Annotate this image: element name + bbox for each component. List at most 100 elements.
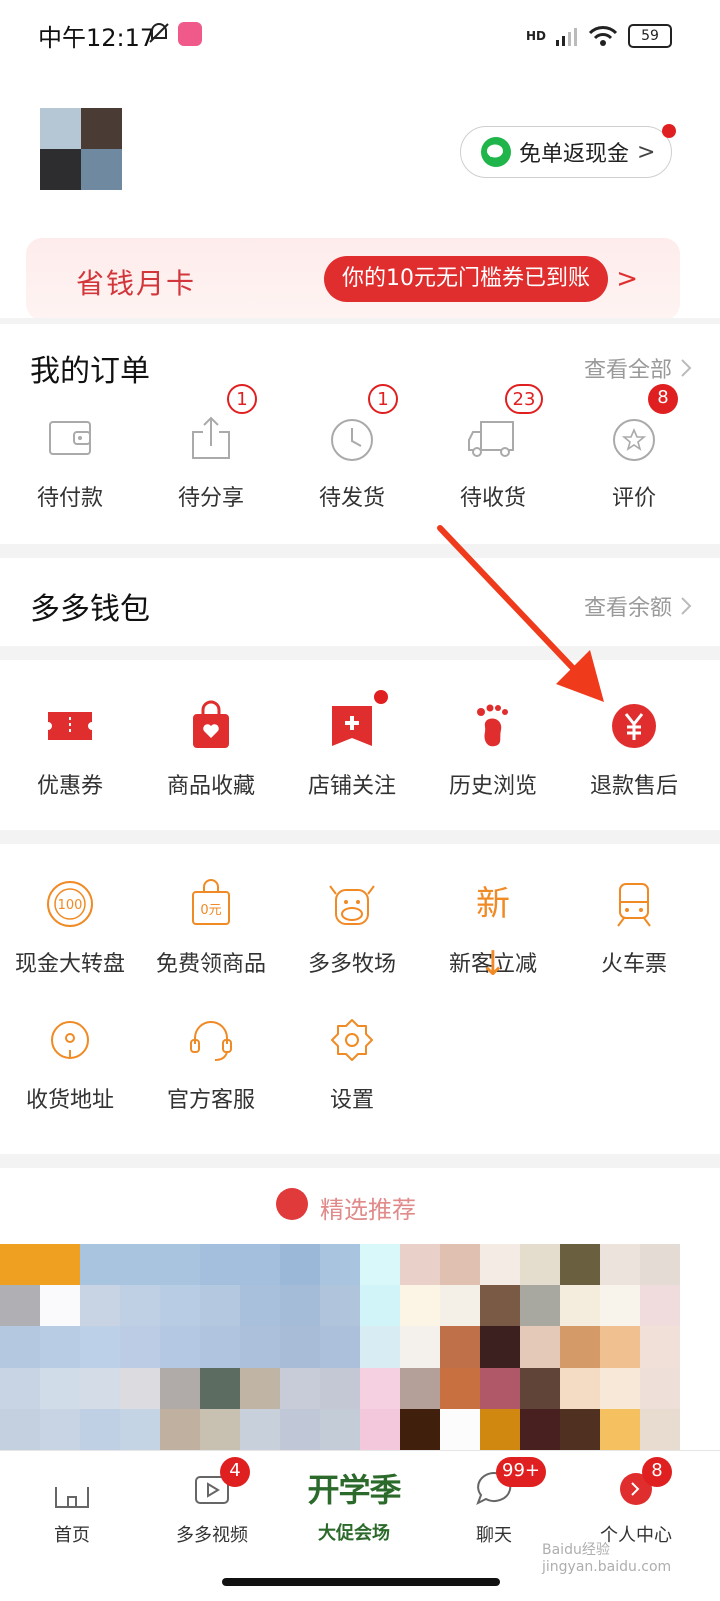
- battery-indicator: 59: [628, 24, 672, 48]
- cashback-label: 免单返现金: [519, 142, 630, 167]
- clock-icon: 1: [322, 384, 398, 468]
- divider: [0, 646, 720, 660]
- shortcut-refund[interactable]: 退款售后: [564, 696, 704, 800]
- network-label: HD: [525, 29, 546, 43]
- service-label: 免费领商品: [155, 952, 266, 977]
- shortcut-favorites[interactable]: 商品收藏: [141, 696, 281, 800]
- tab-badge: 8: [642, 1457, 672, 1487]
- cashback-red-dot: [662, 124, 676, 138]
- location-icon: [40, 1010, 100, 1070]
- favorites-bag-icon: [181, 696, 241, 756]
- footprint-icon: [463, 696, 523, 756]
- wheel-text: 100: [58, 898, 83, 913]
- new-customer-icon: 新↓: [476, 884, 510, 984]
- service-train-tickets[interactable]: 火车票: [564, 874, 704, 978]
- settings-icon: [322, 1010, 382, 1070]
- recommend-logo-icon: [276, 1188, 308, 1220]
- coupon-icon: [40, 696, 100, 756]
- order-pending-receipt[interactable]: 23 待收货: [423, 384, 563, 512]
- shortcut-store-follow[interactable]: 店铺关注: [282, 690, 422, 800]
- tab-label: 多多视频: [176, 1525, 248, 1546]
- order-review[interactable]: 8 评价: [564, 384, 704, 512]
- service-customer-support[interactable]: 官方客服: [141, 1010, 281, 1114]
- order-label: 待付款: [36, 486, 103, 511]
- store-follow-icon: [322, 690, 388, 756]
- tab-promo[interactable]: 开学季 大促会场: [282, 1461, 426, 1545]
- tab-profile[interactable]: 8 个人中心: [564, 1457, 708, 1547]
- monthly-card-title: 省钱月卡: [76, 267, 197, 300]
- tab-label: 大促会场: [318, 1523, 390, 1544]
- signal-icon: [556, 28, 577, 46]
- order-pending-payment[interactable]: 待付款: [0, 408, 140, 512]
- video-icon: 4: [190, 1457, 250, 1511]
- chat-icon: 99+: [472, 1457, 546, 1511]
- watermark: Baidu经验 jingyan.baidu.com: [542, 1542, 672, 1575]
- shortcut-label: 历史浏览: [448, 774, 537, 799]
- wallet-row[interactable]: 多多钱包 查看余额: [0, 558, 720, 646]
- order-pending-share[interactable]: 1 待分享: [141, 384, 281, 512]
- service-farm[interactable]: 多多牧场: [282, 874, 422, 978]
- tab-home[interactable]: 首页: [0, 1461, 144, 1547]
- view-balance-link[interactable]: 查看余额: [584, 590, 692, 622]
- shortcut-label: 优惠券: [36, 774, 103, 799]
- wechat-icon: [481, 137, 511, 167]
- tab-video[interactable]: 4 多多视频: [140, 1457, 284, 1547]
- service-settings[interactable]: 设置: [282, 1010, 422, 1114]
- view-all-label: 查看全部: [583, 358, 672, 383]
- service-label: 设置: [329, 1088, 374, 1113]
- status-right: HD 59: [526, 22, 672, 50]
- service-cash-wheel[interactable]: 100 现金大转盘: [0, 874, 140, 978]
- order-label: 待发货: [318, 486, 385, 511]
- chevron-right-icon: [681, 359, 692, 377]
- wifi-icon: [588, 26, 618, 46]
- shortcut-label: 退款售后: [589, 774, 678, 799]
- chevron-right-icon: >: [616, 264, 638, 294]
- share-icon: 1: [181, 384, 257, 468]
- order-badge: 1: [227, 384, 257, 414]
- cow-icon: [322, 874, 382, 934]
- coupon-pill[interactable]: 你的10元无门槛券已到账: [324, 256, 608, 302]
- tab-badge: 4: [220, 1457, 250, 1487]
- service-label: 现金大转盘: [14, 952, 125, 977]
- recommend-label: 精选推荐: [320, 1196, 416, 1224]
- shortcut-coupons[interactable]: 优惠券: [0, 696, 140, 800]
- service-address[interactable]: 收货地址: [0, 1010, 140, 1114]
- avatar[interactable]: [40, 108, 122, 190]
- order-label: 待分享: [177, 486, 244, 511]
- services-section: 100 现金大转盘 0元 免费领商品 多多牧场 新↓ 新客立减 火车票 收货地址…: [0, 844, 720, 1154]
- shortcut-label: 店铺关注: [307, 774, 396, 799]
- service-free-goods[interactable]: 0元 免费领商品: [141, 874, 281, 978]
- monthly-card-banner[interactable]: 省钱月卡 你的10元无门槛券已到账 >: [26, 238, 680, 320]
- order-pending-shipment[interactable]: 1 待发货: [282, 384, 422, 512]
- status-bar: 中午12:17 HD 59: [0, 0, 720, 70]
- refund-yen-icon: [604, 696, 664, 756]
- home-icon: [50, 1467, 94, 1511]
- bell-muted-icon: [146, 20, 172, 46]
- train-icon: [604, 874, 664, 934]
- shortcut-label: 商品收藏: [166, 774, 255, 799]
- shortcut-history[interactable]: 历史浏览: [423, 696, 563, 800]
- cashback-button[interactable]: 免单返现金 >: [460, 126, 672, 178]
- service-new-customer[interactable]: 新↓ 新客立减: [423, 874, 563, 984]
- promo-banner-text: 开学季: [307, 1471, 401, 1509]
- view-all-orders-link[interactable]: 查看全部: [584, 352, 692, 384]
- orders-title: 我的订单: [30, 354, 150, 389]
- chevron-right-icon: >: [637, 139, 656, 165]
- wallet-icon: [40, 408, 100, 468]
- tab-chat[interactable]: 99+ 聊天: [422, 1457, 566, 1547]
- service-label: 多多牧场: [307, 952, 396, 977]
- truck-icon: 23: [463, 384, 543, 468]
- tab-badge: 99+: [496, 1457, 546, 1487]
- status-time: 中午12:17: [38, 24, 156, 52]
- divider: [0, 544, 720, 558]
- home-indicator[interactable]: [222, 1578, 500, 1586]
- order-label: 评价: [611, 486, 656, 511]
- recommended-products-mosaic[interactable]: [0, 1244, 720, 1450]
- service-label: 收货地址: [25, 1088, 114, 1113]
- wheel-100-icon: 100: [40, 874, 100, 934]
- review-icon: 8: [604, 384, 678, 468]
- profile-icon: 8: [614, 1457, 672, 1511]
- free-bag-icon: 0元: [181, 874, 241, 934]
- recommend-header: 精选推荐: [0, 1166, 720, 1246]
- order-label: 待收货: [459, 486, 526, 511]
